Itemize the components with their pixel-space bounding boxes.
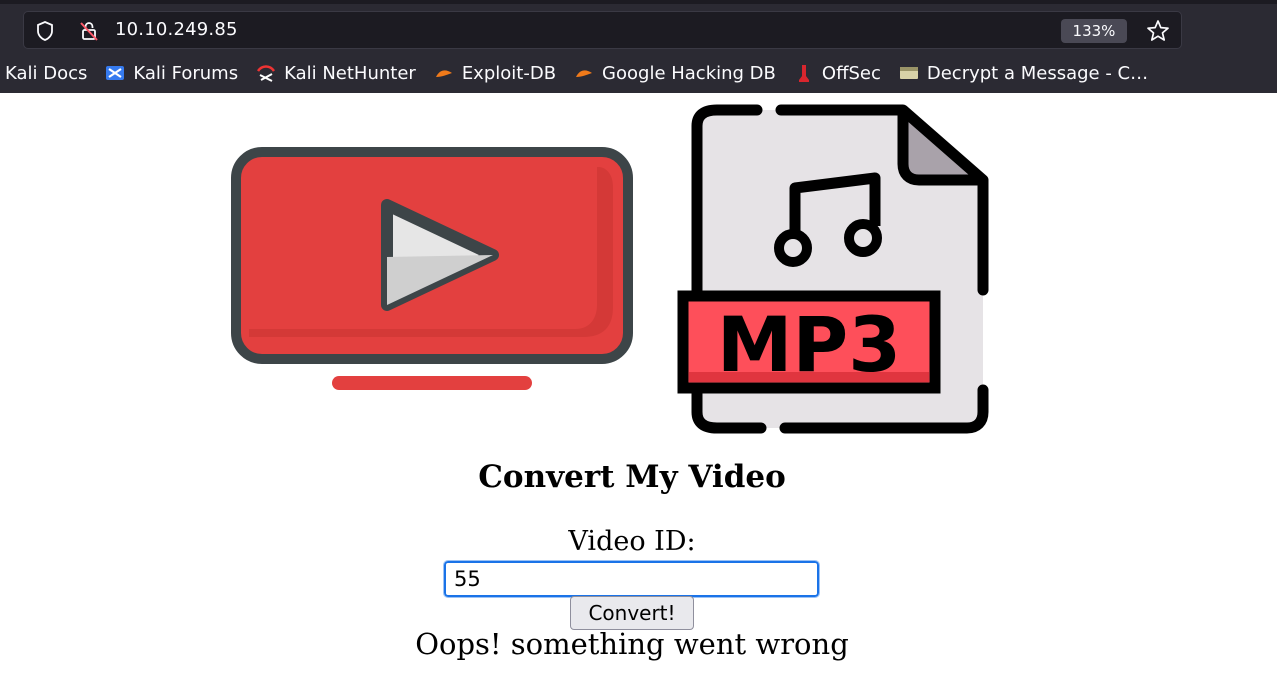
- bookmark-kali-nethunter[interactable]: Kali NetHunter: [256, 63, 416, 84]
- ghdb-icon: [574, 63, 594, 83]
- decrypt-icon: [899, 63, 919, 83]
- bookmark-label: Kali Forums: [133, 62, 239, 84]
- bookmark-label: Kali Docs: [5, 62, 88, 84]
- shield-icon[interactable]: [34, 20, 56, 42]
- star-icon[interactable]: [1145, 18, 1171, 44]
- bookmark-label: Google Hacking DB: [602, 62, 776, 84]
- bookmark-offsec[interactable]: OffSec: [794, 63, 881, 84]
- bookmark-decrypt-message[interactable]: Decrypt a Message - C…: [899, 63, 1148, 84]
- zoom-level-badge[interactable]: 133%: [1061, 19, 1127, 43]
- bookmark-google-hacking-db[interactable]: Google Hacking DB: [574, 63, 776, 84]
- mp3-file-icon: MP3: [677, 104, 989, 434]
- exploit-db-icon: [434, 63, 454, 83]
- url-text[interactable]: 10.10.249.85: [115, 19, 238, 40]
- convert-button[interactable]: Convert!: [570, 596, 694, 630]
- mp3-label: MP3: [717, 300, 901, 389]
- offsec-icon: [794, 63, 814, 83]
- error-message: Oops! something went wrong: [415, 627, 849, 661]
- bookmark-kali-forums[interactable]: Kali Forums: [105, 63, 238, 84]
- video-id-label: Video ID:: [568, 526, 696, 557]
- bookmark-label: Kali NetHunter: [284, 62, 416, 84]
- bookmark-exploit-db[interactable]: Exploit-DB: [434, 63, 556, 84]
- bookmarks-toolbar: Kali Docs Kali Forums Kali NetHunter Exp…: [0, 57, 1277, 89]
- kali-forums-icon: [105, 63, 125, 83]
- bookmark-kali-docs[interactable]: Kali Docs: [5, 63, 87, 84]
- insecure-lock-icon[interactable]: [78, 20, 100, 42]
- bookmark-label: Exploit-DB: [461, 62, 557, 84]
- kali-nethunter-icon: [256, 63, 276, 83]
- bookmark-label: OffSec: [821, 62, 881, 84]
- tab-strip-edge: [0, 0, 1277, 4]
- page-title: Convert My Video: [478, 459, 786, 495]
- browser-toolbar: 10.10.249.85 133% Kali Docs Kali Forums …: [0, 0, 1277, 93]
- address-bar[interactable]: 10.10.249.85 133%: [23, 11, 1182, 49]
- video-id-input[interactable]: [443, 560, 820, 598]
- youtube-play-icon: [231, 147, 633, 391]
- bookmark-label: Decrypt a Message - C…: [926, 62, 1149, 84]
